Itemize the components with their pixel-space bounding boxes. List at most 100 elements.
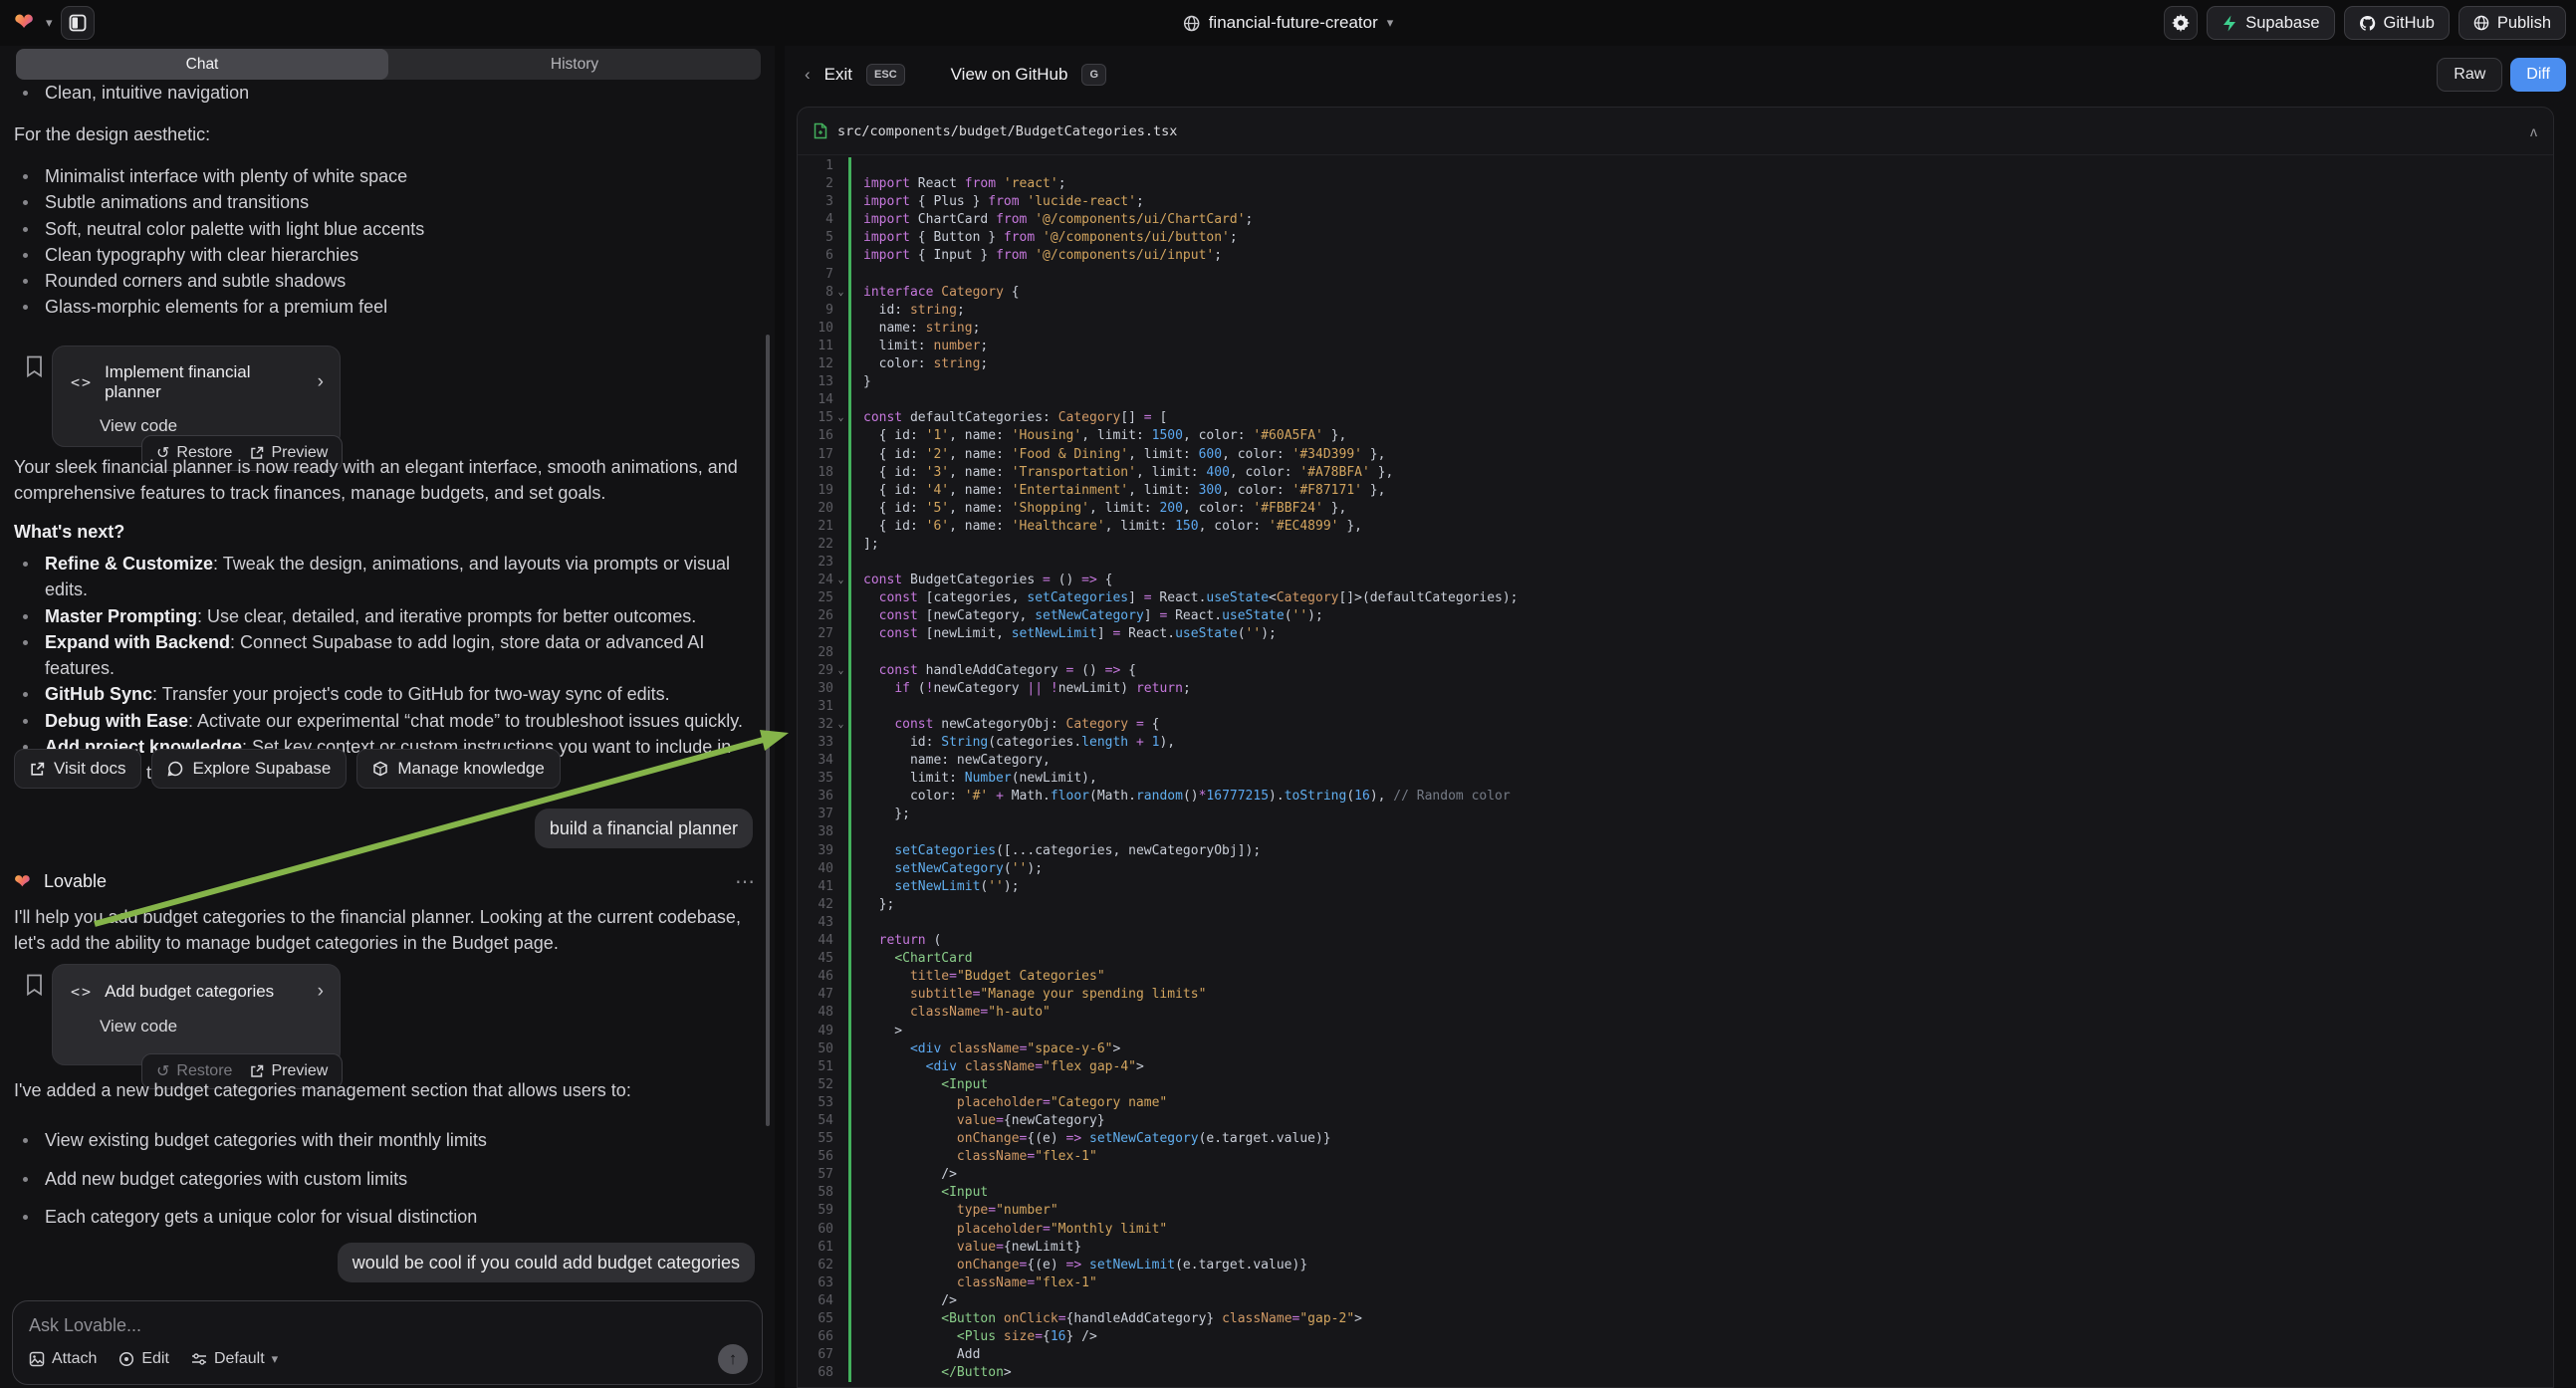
code-editor[interactable]: 12import React from 'react';3import { Pl… (798, 155, 2553, 1382)
code-change-card-2: <> Add budget categories › View code ↺Re… (14, 964, 749, 1139)
mode-select[interactable]: Default ▾ (191, 1350, 278, 1368)
g-shortcut-badge: G (1081, 64, 1106, 86)
settings-button[interactable] (2164, 6, 2198, 40)
image-icon (29, 1351, 45, 1367)
add-budget-categories-card[interactable]: <> Add budget categories › View code (52, 964, 341, 1065)
message-menu-icon[interactable]: ⋯ (735, 869, 757, 894)
code-line: 51 <div className="flex gap-4"> (798, 1058, 2553, 1076)
code-line: 29⌄ const handleAddCategory = () => { (798, 662, 2553, 680)
card-title: Add budget categories (105, 982, 274, 1002)
code-line: 23 (798, 554, 2553, 572)
code-line: 20 { id: '5', name: 'Shopping', limit: 2… (798, 500, 2553, 518)
visit-docs-button[interactable]: Visit docs (14, 749, 141, 789)
code-line: 55 onChange={(e) => setNewCategory(e.tar… (798, 1130, 2553, 1148)
logo-chevron-down-icon[interactable]: ▾ (46, 15, 53, 31)
code-line: 6import { Input } from '@/components/ui/… (798, 247, 2553, 265)
code-line: 33 id: String(categories.length + 1), (798, 734, 2553, 752)
code-line: 50 <div className="space-y-6"> (798, 1041, 2553, 1058)
gear-icon (2172, 14, 2190, 32)
code-line: 63 className="flex-1" (798, 1274, 2553, 1292)
github-button[interactable]: GitHub (2344, 6, 2450, 40)
list-item: View existing budget categories with the… (14, 1121, 749, 1160)
implement-planner-card[interactable]: <> Implement financial planner › View co… (52, 346, 341, 447)
code-line: 1 (798, 157, 2553, 175)
code-line: 47 subtitle="Manage your spending limits… (798, 986, 2553, 1004)
code-line: 37 }; (798, 806, 2553, 823)
package-icon (372, 761, 388, 777)
diff-toggle-button[interactable]: Diff (2510, 58, 2566, 92)
file-header[interactable]: src/components/budget/BudgetCategories.t… (798, 108, 2553, 155)
code-line: 53 placeholder="Category name" (798, 1094, 2553, 1112)
assistant-name: Lovable (44, 871, 107, 892)
code-line: 57 /> (798, 1166, 2553, 1184)
sliders-icon (191, 1352, 207, 1366)
bookmark-icon[interactable] (26, 974, 43, 996)
bookmark-icon[interactable] (26, 355, 43, 377)
code-line: 16 { id: '1', name: 'Housing', limit: 15… (798, 427, 2553, 445)
raw-toggle-button[interactable]: Raw (2437, 58, 2502, 92)
help-paragraph: I'll help you add budget categories to t… (14, 904, 749, 956)
view-code-link[interactable]: View code (100, 416, 324, 436)
intro-bullet-list: Clean, intuitive navigation (14, 80, 749, 106)
code-icon: <> (71, 983, 93, 1001)
list-item: Add new budget categories with custom li… (14, 1160, 749, 1199)
project-switcher[interactable]: financial-future-creator ▾ (1183, 0, 1394, 46)
code-line: 8⌄interface Category { (798, 284, 2553, 302)
code-line: 48 className="h-auto" (798, 1004, 2553, 1022)
edit-button[interactable]: Edit (118, 1350, 169, 1368)
view-code-link[interactable]: View code (100, 1017, 324, 1037)
collapse-chevron-icon[interactable]: ʌ (2530, 123, 2537, 139)
code-line: 12 color: string; (798, 355, 2553, 373)
list-item: Glass-morphic elements for a premium fee… (14, 294, 749, 320)
code-viewer-header: ‹ Exit ESC View on GitHub G Raw Diff (785, 46, 2576, 104)
send-button[interactable]: ↑ (718, 1344, 748, 1374)
code-line: 2import React from 'react'; (798, 175, 2553, 193)
publish-button[interactable]: Publish (2459, 6, 2566, 40)
code-line: 66 <Plus size={16} /> (798, 1328, 2553, 1346)
file-diff-container: src/components/budget/BudgetCategories.t… (797, 107, 2554, 1388)
chevron-left-icon: ‹ (805, 65, 811, 85)
list-item: Master Prompting: Use clear, detailed, a… (14, 603, 749, 629)
code-line: 39 setCategories([...categories, newCate… (798, 842, 2553, 860)
view-on-github-button[interactable]: View on GitHub (951, 65, 1068, 85)
tab-history[interactable]: History (388, 49, 761, 80)
code-line: 35 limit: Number(newLimit), (798, 770, 2553, 788)
chat-input[interactable]: Ask Lovable... (29, 1315, 746, 1336)
list-item: Refine & Customize: Tweak the design, an… (14, 551, 749, 603)
code-line: 15⌄const defaultCategories: Category[] =… (798, 409, 2553, 427)
chat-composer[interactable]: Ask Lovable... Attach Edit Default ▾ ↑ (12, 1300, 763, 1385)
top-bar: ❤ ▾ financial-future-creator ▾ Supabase … (0, 0, 2576, 46)
code-line: 30 if (!newCategory || !newLimit) return… (798, 680, 2553, 698)
code-line: 56 className="flex-1" (798, 1148, 2553, 1166)
code-line: 59 type="number" (798, 1202, 2553, 1220)
code-line: 38 (798, 823, 2553, 841)
code-line: 5import { Button } from '@/components/ui… (798, 229, 2553, 247)
code-line: 36 color: '#' + Math.floor(Math.random()… (798, 788, 2553, 806)
explore-supabase-button[interactable]: Explore Supabase (151, 749, 347, 789)
code-line: 17 { id: '2', name: 'Food & Dining', lim… (798, 446, 2553, 464)
code-viewer-panel: ‹ Exit ESC View on GitHub G Raw Diff src… (785, 46, 2576, 1388)
code-line: 43 (798, 914, 2553, 932)
manage-knowledge-button[interactable]: Manage knowledge (356, 749, 560, 789)
exit-button[interactable]: Exit (824, 65, 852, 85)
supabase-button[interactable]: Supabase (2207, 6, 2334, 40)
tab-chat[interactable]: Chat (16, 49, 388, 80)
code-line: 60 placeholder="Monthly limit" (798, 1221, 2553, 1239)
code-line: 19 { id: '4', name: 'Entertainment', lim… (798, 482, 2553, 500)
code-line: 26 const [newCategory, setNewCategory] =… (798, 607, 2553, 625)
code-line: 42 }; (798, 896, 2553, 914)
design-heading: For the design aesthetic: (14, 121, 749, 147)
chat-scrollbar[interactable] (766, 335, 770, 1126)
code-line: 58 <Input (798, 1184, 2553, 1202)
whats-next-heading: What's next? (14, 519, 749, 545)
code-line: 28 (798, 644, 2553, 662)
external-link-icon (30, 762, 45, 777)
attach-button[interactable]: Attach (29, 1350, 97, 1368)
lovable-logo[interactable]: ❤ (14, 11, 38, 35)
list-item: Expand with Backend: Connect Supabase to… (14, 629, 749, 682)
code-line: 54 value={newCategory} (798, 1112, 2553, 1130)
code-line: 14 (798, 391, 2553, 409)
code-line: 64 /> (798, 1292, 2553, 1310)
toggle-sidebar-button[interactable] (61, 6, 95, 40)
chevron-right-icon: › (318, 371, 324, 393)
